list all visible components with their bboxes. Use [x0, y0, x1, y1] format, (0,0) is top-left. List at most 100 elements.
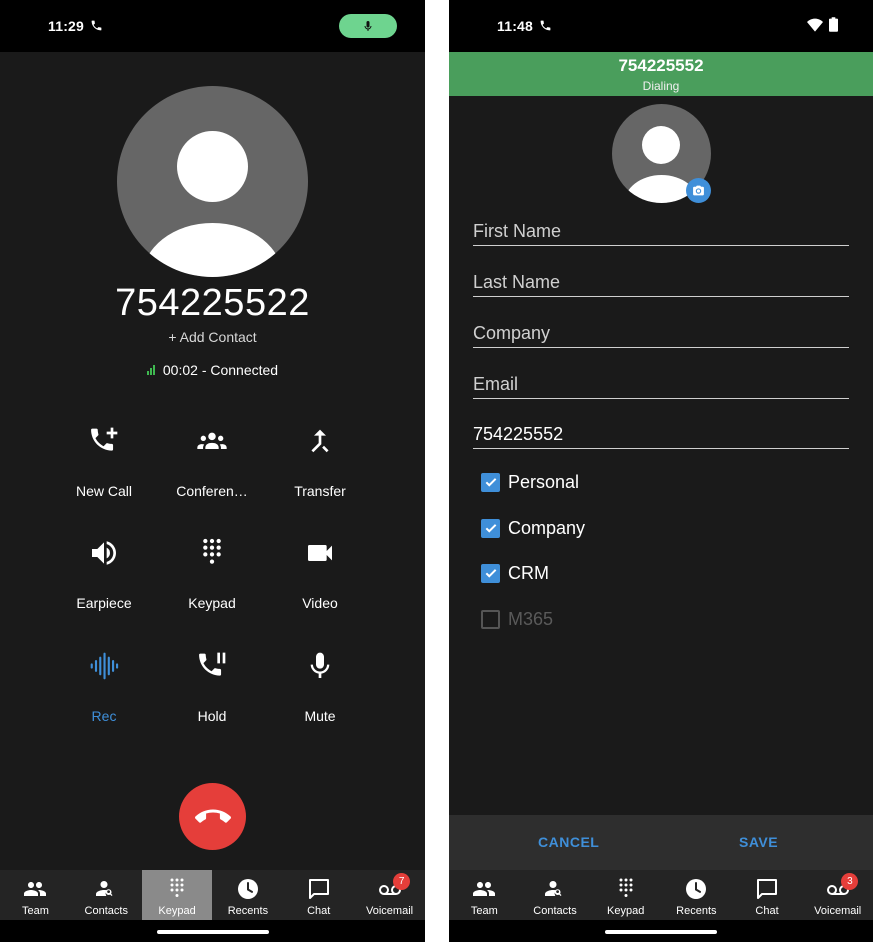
checkbox-company[interactable]: Company — [481, 516, 585, 540]
caller-number: 754225522 — [115, 282, 310, 324]
call-merge-icon — [311, 429, 329, 453]
tab-label: Keypad — [158, 905, 196, 917]
video-button[interactable]: Video — [265, 537, 375, 627]
dialing-status: Dialing — [642, 79, 680, 93]
status-time: 11:29 — [48, 18, 85, 34]
group-icon — [197, 432, 227, 449]
dialing-header: 754225552 Dialing — [449, 52, 873, 96]
record-button[interactable]: Rec — [49, 650, 159, 740]
voicemail-badge: 7 — [393, 873, 411, 890]
dialpad-icon — [203, 538, 221, 564]
checkmark-icon — [485, 478, 496, 487]
tab-chat[interactable]: Chat — [732, 870, 803, 920]
checkbox-checked[interactable] — [481, 472, 500, 492]
phone-call-status-icon — [91, 20, 102, 31]
company-input[interactable] — [473, 323, 849, 344]
last-name-input[interactable] — [473, 272, 849, 293]
tab-contacts[interactable]: Contacts — [520, 870, 591, 920]
checkbox-personal[interactable]: Personal — [481, 470, 579, 494]
email-input[interactable] — [473, 374, 849, 395]
tab-recents[interactable]: Recents — [212, 870, 283, 920]
checkbox-label: Personal — [508, 471, 580, 492]
camera-icon — [693, 185, 704, 196]
keypad-button[interactable]: Keypad — [157, 537, 267, 627]
checkbox-crm[interactable]: CRM — [481, 561, 549, 585]
first-name-input[interactable] — [473, 221, 849, 242]
system-nav-bar — [0, 920, 425, 942]
bottom-tab-bar: Team Contacts Keypad Recents Chat 3 Voic… — [449, 870, 873, 920]
video-camera-icon — [308, 545, 332, 561]
status-time: 11:48 — [497, 18, 534, 34]
form-actions: CANCEL SAVE — [449, 815, 873, 870]
people-icon — [473, 882, 496, 896]
tab-contacts[interactable]: Contacts — [71, 870, 142, 920]
phone-input[interactable] — [473, 424, 849, 445]
tab-keypad[interactable]: Keypad — [590, 870, 661, 920]
signal-bars-icon — [146, 365, 155, 375]
hold-button[interactable]: Hold — [157, 650, 267, 740]
tab-chat[interactable]: Chat — [283, 870, 354, 920]
call-status: 00:02 - Connected — [0, 362, 425, 378]
tab-label: Voicemail — [814, 905, 862, 917]
dialed-number: 754225552 — [618, 56, 704, 75]
checkbox-unchecked[interactable] — [481, 609, 500, 629]
microphone-icon — [364, 21, 372, 31]
tab-label: Contacts — [84, 905, 128, 917]
tab-keypad[interactable]: Keypad — [141, 870, 213, 920]
chat-bubble-icon — [308, 879, 329, 899]
tab-label: Contacts — [533, 905, 577, 917]
conference-button[interactable]: Conferen… — [157, 425, 267, 515]
tab-voicemail[interactable]: 3 Voicemail — [802, 870, 873, 920]
save-button[interactable]: SAVE — [739, 834, 778, 850]
tab-label: Team — [470, 905, 498, 917]
change-photo-button[interactable] — [686, 178, 711, 203]
checkmark-icon — [485, 569, 496, 578]
home-handle[interactable] — [156, 930, 269, 934]
transfer-button[interactable]: Transfer — [265, 425, 375, 515]
checkbox-checked[interactable] — [481, 518, 500, 538]
phone-field — [473, 413, 849, 449]
mute-button[interactable]: Mute — [265, 650, 375, 740]
checkmark-icon — [485, 524, 496, 533]
earpiece-button[interactable]: Earpiece — [49, 537, 159, 627]
add-contact-link[interactable]: + Add Contact — [0, 329, 425, 345]
microphone-icon — [310, 652, 330, 678]
tab-label: Recents — [227, 905, 269, 917]
dialpad-icon — [619, 878, 633, 897]
mic-in-use-indicator — [339, 14, 397, 38]
contact-search-icon — [545, 881, 562, 896]
tab-team[interactable]: Team — [0, 870, 71, 920]
last-name-field — [473, 261, 849, 297]
checkbox-checked[interactable] — [481, 563, 500, 583]
company-field — [473, 312, 849, 348]
chat-bubble-icon — [757, 879, 778, 899]
tab-label: Chat — [307, 905, 331, 917]
action-label: New Call — [75, 483, 132, 499]
checkbox-label: CRM — [508, 562, 549, 583]
phone-call-status-icon — [540, 20, 551, 31]
new-call-button[interactable]: New Call — [49, 425, 159, 515]
checkbox-label: M365 — [508, 608, 554, 629]
checkbox-m365[interactable]: M365 — [481, 607, 553, 631]
tab-label: Team — [21, 905, 49, 917]
cancel-button[interactable]: CANCEL — [538, 834, 599, 850]
tab-recents[interactable]: Recents — [661, 870, 732, 920]
first-name-field — [473, 210, 849, 246]
action-label: Transfer — [294, 483, 346, 499]
tab-team[interactable]: Team — [449, 870, 520, 920]
home-handle[interactable] — [605, 930, 717, 934]
clock-icon — [686, 879, 707, 899]
action-label: Keypad — [188, 595, 236, 611]
tab-label: Chat — [755, 905, 779, 917]
hang-up-icon — [194, 809, 231, 823]
caller-avatar — [117, 86, 308, 277]
hang-up-button[interactable] — [179, 783, 246, 850]
system-nav-bar — [449, 920, 873, 942]
action-label: Conferen… — [176, 483, 248, 499]
call-screen: 11:29 754225522 + Add Contact 00:02 - Co… — [0, 0, 425, 942]
waveform-icon — [90, 652, 119, 680]
contact-search-icon — [96, 881, 113, 896]
action-label: Rec — [91, 708, 117, 724]
voicemail-badge: 3 — [841, 873, 859, 890]
tab-voicemail[interactable]: 7 Voicemail — [354, 870, 425, 920]
